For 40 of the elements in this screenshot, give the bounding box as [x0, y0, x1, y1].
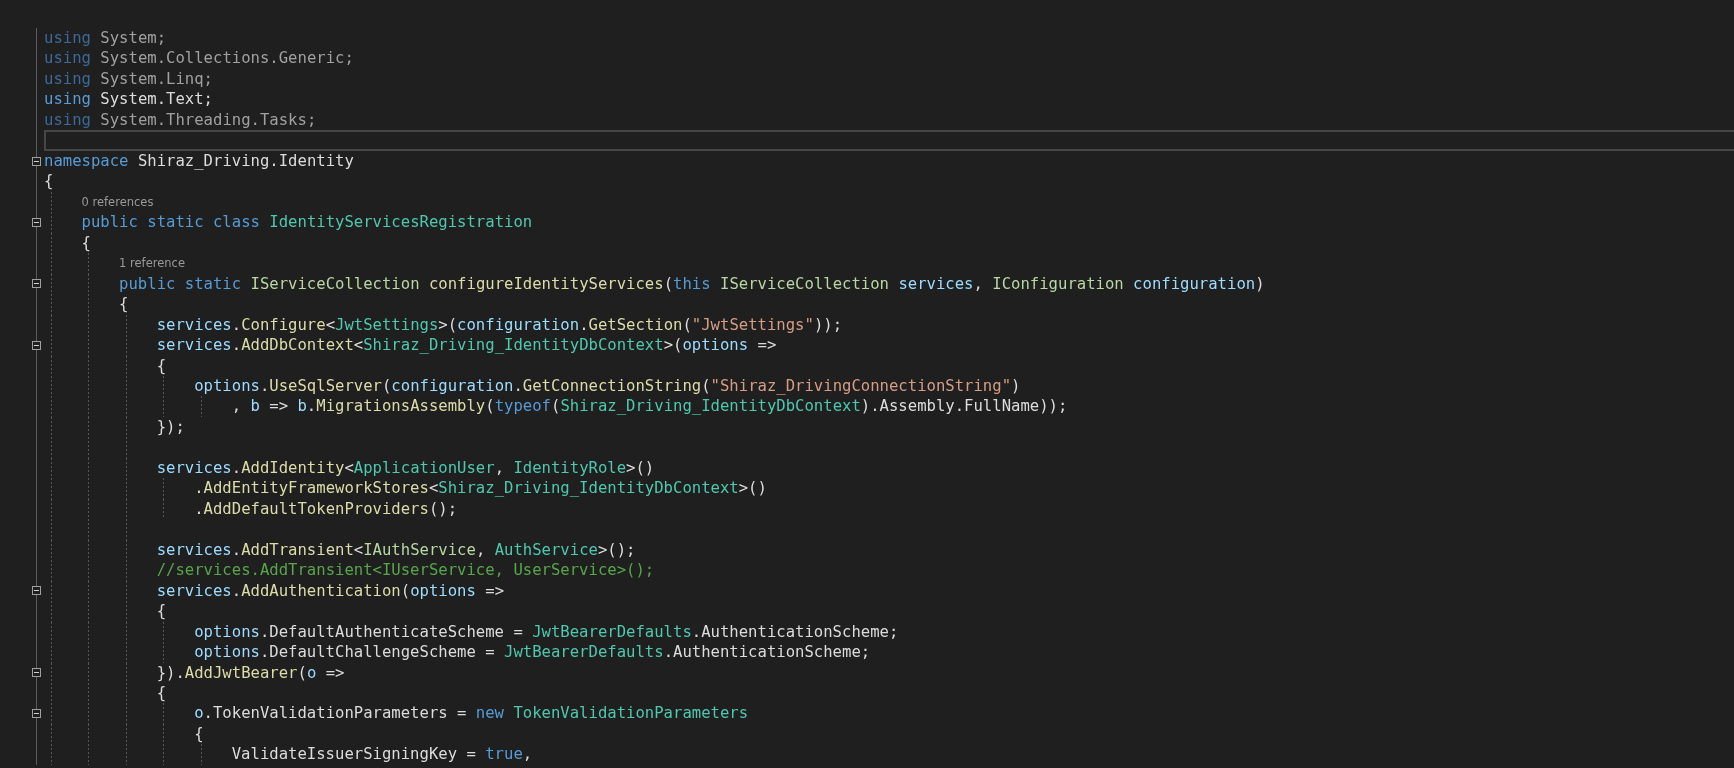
code-line: { — [156, 601, 167, 622]
code-line: .AddEntityFrameworkStores<Shiraz_Driving_IdentityDbContext>() — [194, 478, 767, 499]
code-line: { — [81, 232, 91, 254]
collapse-icon[interactable] — [32, 217, 41, 227]
code-line: { — [44, 171, 54, 192]
code-line: options.UseSqlServer(configuration.GetConnectionString("Shiraz_DrivingConnectionString") — [194, 375, 1021, 397]
code-line: services.AddDbContext<Shiraz_Driving_IdentityDbContext>(options => — [156, 335, 777, 356]
code-line: options.DefaultChallengeScheme = JwtBearerDefaults.AuthenticationScheme; — [194, 642, 871, 663]
collapse-icon[interactable] — [32, 709, 41, 719]
code-line: //services.AddTransient<IUserService, UserService>(); — [156, 560, 655, 581]
code-line: using System; — [44, 28, 167, 49]
code-line: { — [119, 294, 129, 315]
code-line: services.AddTransient<IAuthService, AuthService>(); — [156, 539, 636, 561]
collapse-icon[interactable] — [32, 586, 41, 596]
code-line: { — [194, 723, 204, 745]
code-line: .AddDefaultTokenProviders(); — [194, 498, 458, 520]
code-line: }).AddJwtBearer(o => — [156, 662, 345, 683]
code-line: public static IServiceCollection configureIdentityServices(this IServiceCollection services, IConfiguration configuration) — [119, 273, 1265, 295]
collapse-icon[interactable] — [32, 340, 41, 350]
code-line: options.DefaultAuthenticateScheme = JwtBearerDefaults.AuthenticationScheme; — [194, 621, 899, 643]
code-line: using System.Linq; — [44, 68, 213, 90]
code-line: services.Configure<JwtSettings>(configuration.GetSection("JwtSettings")); — [156, 314, 843, 336]
code-line: { — [156, 683, 167, 704]
code-line: using System.Text; — [44, 89, 213, 110]
code-line: }); — [156, 416, 185, 438]
code-line: services.AddIdentity<ApplicationUser, IdentityRole>() — [156, 457, 655, 479]
collapse-icon[interactable] — [32, 156, 41, 166]
code-line: public static class IdentityServicesRegistration — [81, 212, 533, 233]
code-line: namespace Shiraz_Driving.Identity — [44, 150, 354, 172]
code-line: o.TokenValidationParameters = new TokenValidationParameters — [194, 703, 749, 724]
collapse-icon[interactable] — [32, 668, 41, 678]
references-hint[interactable]: 0 references — [81, 191, 154, 213]
code-line: services.AddAuthentication(options => — [156, 580, 505, 602]
code-line: { — [156, 355, 167, 376]
collapse-icon[interactable] — [32, 279, 41, 289]
code-line: ValidateIssuerSigningKey = true, — [231, 744, 533, 765]
code-line: using System.Threading.Tasks; — [44, 109, 317, 131]
code-line: using System.Collections.Generic; — [44, 48, 354, 69]
references-hint[interactable]: 1 reference — [119, 253, 185, 274]
code-line: , b => b.MigrationsAssembly(typeof(Shiraz_Driving_IdentityDbContext).Assembly.FullName)); — [231, 396, 1068, 417]
